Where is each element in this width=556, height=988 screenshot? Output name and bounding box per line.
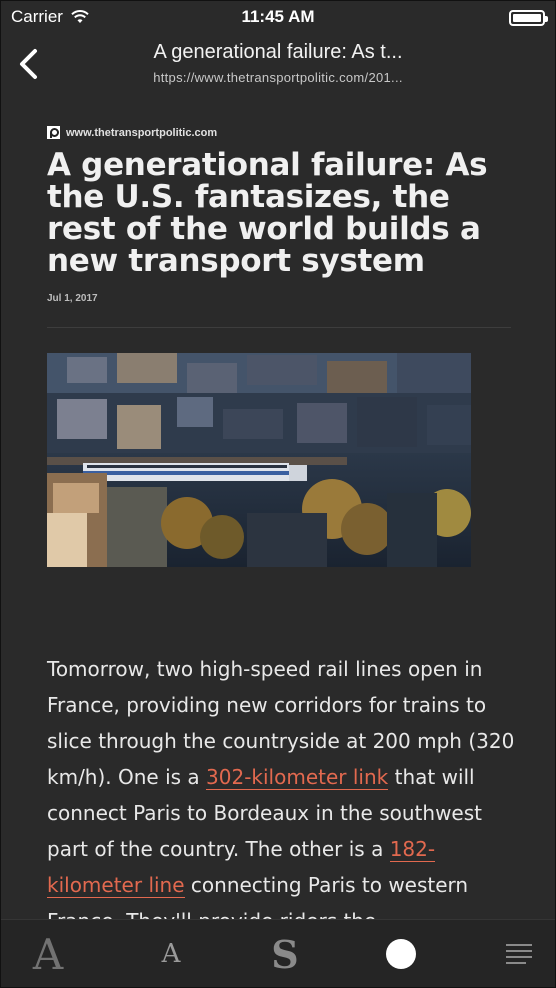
menu-line <box>506 956 532 958</box>
article-source[interactable]: www.thetransportpolitic.com <box>47 126 217 139</box>
nav-title: A generational failure: As t... <box>153 41 403 63</box>
script-font-button[interactable]: S <box>263 920 307 987</box>
chevron-left-icon <box>20 49 37 79</box>
article-date: Jul 1, 2017 <box>47 293 98 304</box>
train-city-illustration <box>47 353 471 567</box>
link-302-kilometer[interactable]: 302-kilometer link <box>206 765 389 790</box>
navigation-bar: A generational failure: As t... https://… <box>1 35 555 93</box>
article-view[interactable]: www.thetransportpolitic.com A generation… <box>1 93 555 921</box>
nav-url[interactable]: https://www.thetransportpolitic.com/201.… <box>71 70 485 85</box>
reader-toolbar: A A S <box>1 919 555 987</box>
menu-line <box>506 962 526 964</box>
back-button[interactable] <box>11 45 45 83</box>
sans-font-button[interactable]: A <box>151 920 191 987</box>
circle-icon <box>386 939 416 969</box>
theme-toggle-button[interactable] <box>381 920 421 987</box>
article-headline: A generational failure: As the U.S. fant… <box>47 147 488 279</box>
menu-lines-icon <box>506 944 532 946</box>
serif-font-button[interactable]: A <box>23 920 73 987</box>
divider <box>47 327 511 328</box>
menu-line <box>506 950 532 952</box>
status-time: 11:45 AM <box>241 7 315 26</box>
battery-icon <box>509 10 548 26</box>
source-label: www.thetransportpolitic.com <box>66 126 218 139</box>
status-bar: Carrier 11:45 AM <box>1 1 555 35</box>
battery-fill <box>513 14 541 22</box>
favicon-icon <box>47 126 60 139</box>
article-paragraph: Tomorrow, two high-speed rail lines open… <box>47 651 517 921</box>
app-frame: Carrier 11:45 AM A generational failure:… <box>0 0 556 988</box>
text-settings-button[interactable] <box>501 920 537 987</box>
article-photo[interactable] <box>47 353 471 567</box>
article-body: Tomorrow, two high-speed rail lines open… <box>47 651 517 921</box>
